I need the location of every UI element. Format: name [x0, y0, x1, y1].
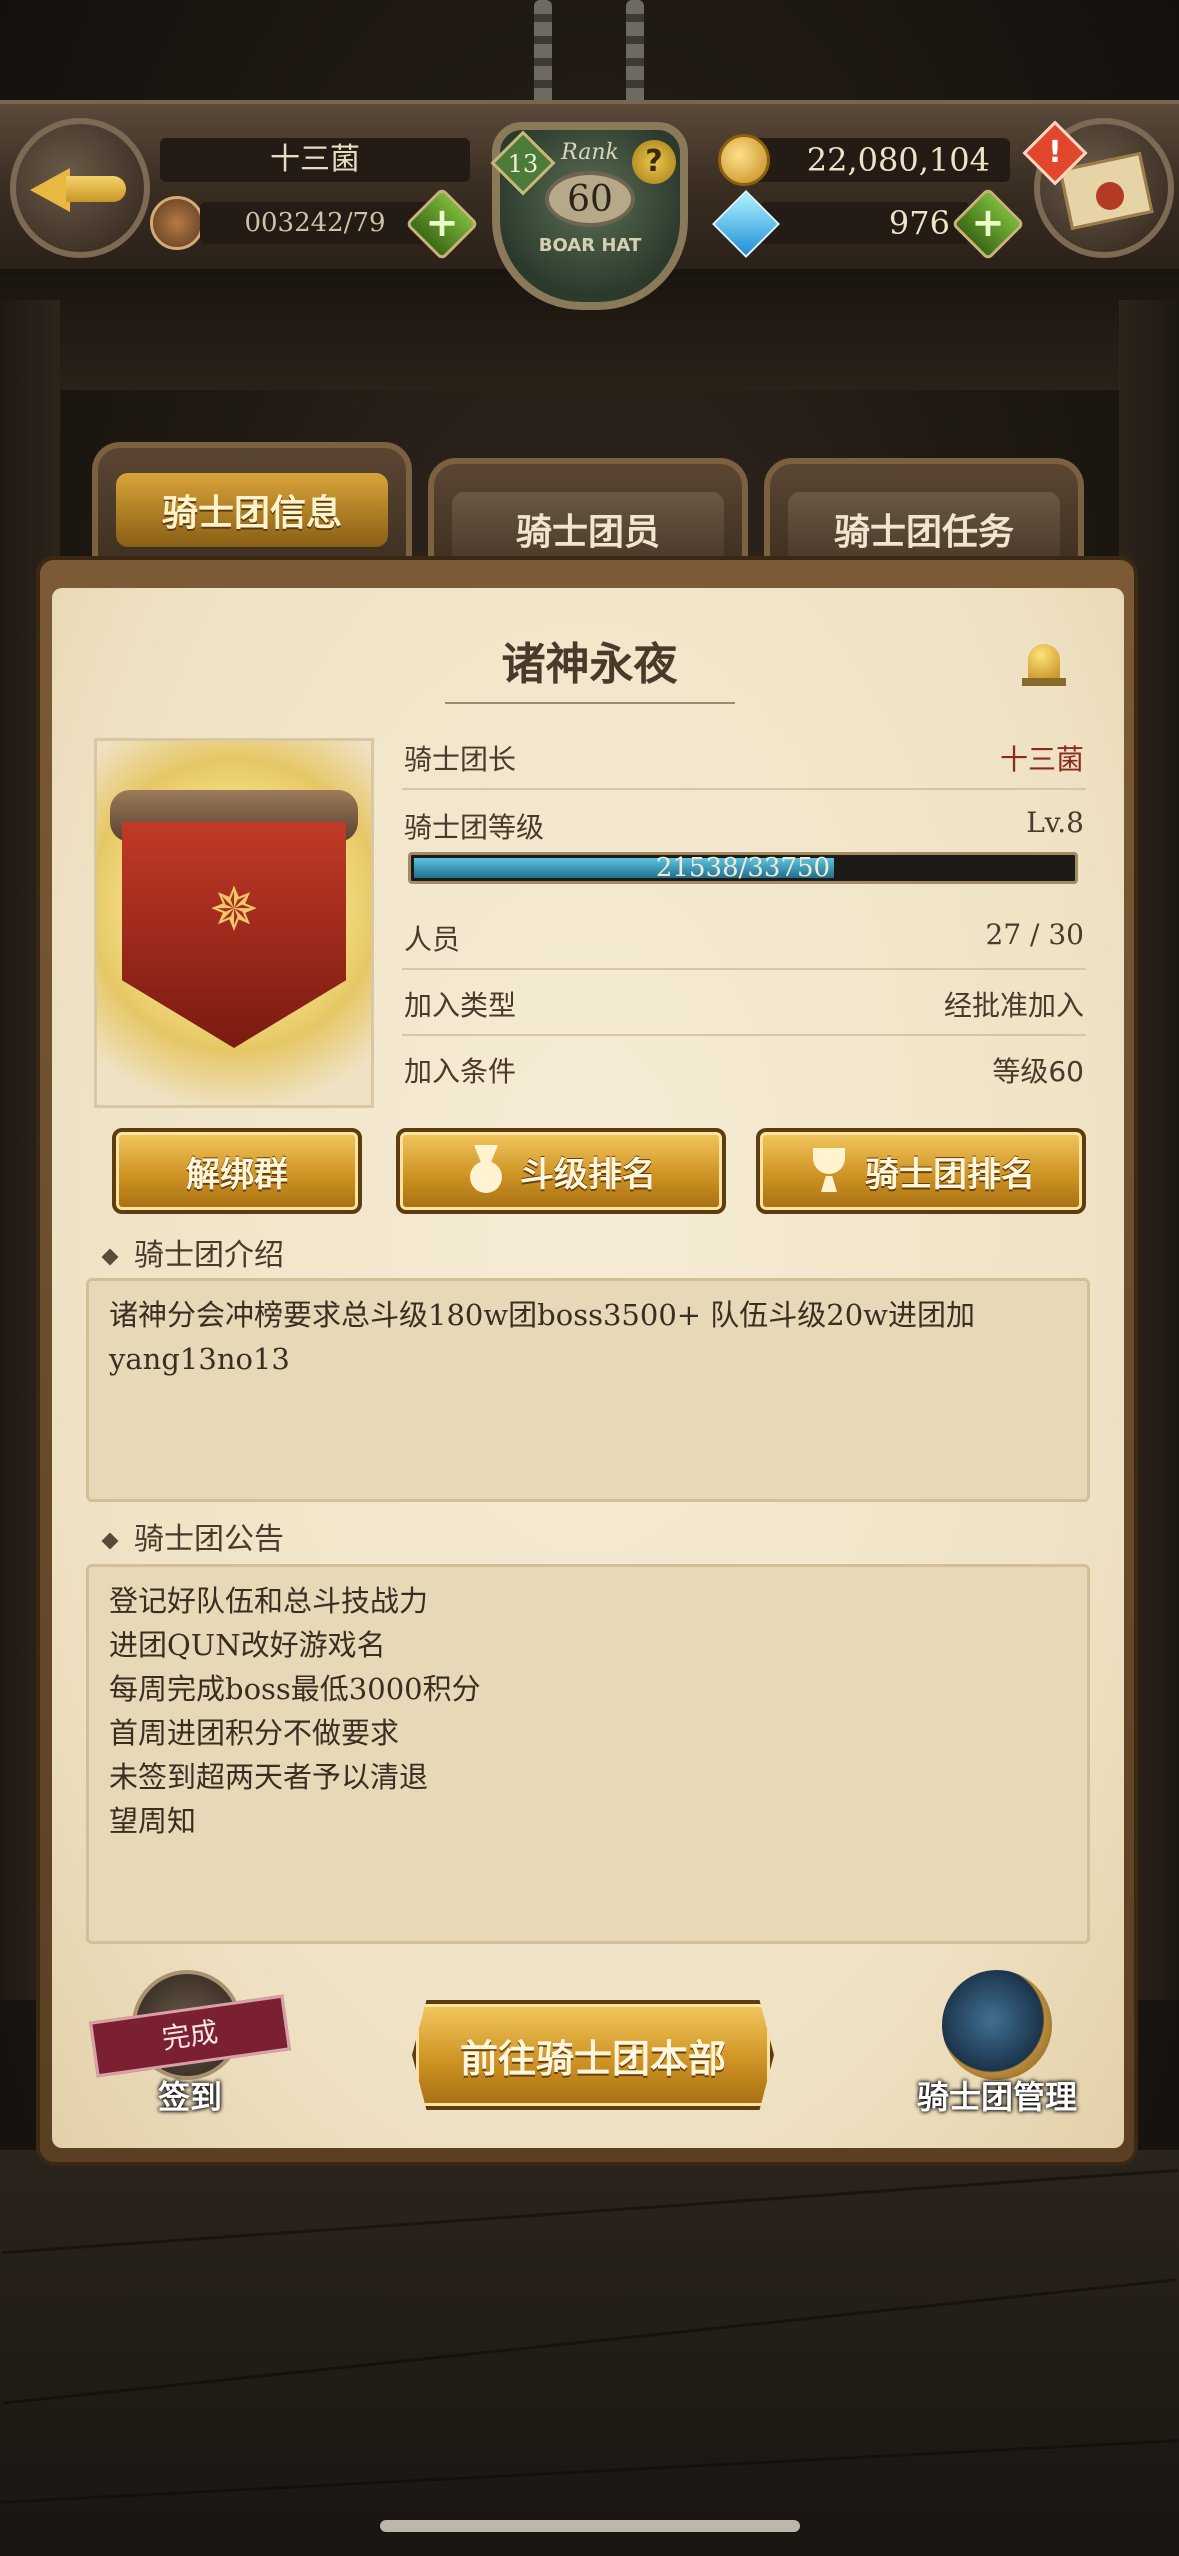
guild-rank-label: 骑士团排名: [865, 1154, 1035, 1195]
back-arrow-icon: [30, 158, 130, 218]
join-type-value: 经批准加入: [943, 989, 1084, 1022]
members-label: 人员: [404, 923, 461, 956]
rank-subtitle: BOAR HAT: [538, 235, 642, 256]
tab-guild-info[interactable]: 骑士团信息: [92, 442, 412, 572]
tab-guild-members-label: 骑士团员: [452, 492, 724, 566]
trophy-icon: [807, 1148, 851, 1194]
notice-title: 骑士团公告: [101, 1514, 284, 1558]
gem-amount: 976: [760, 202, 970, 244]
notice-line: 首周进团积分不做要求: [109, 1716, 400, 1750]
rank-value: 60: [545, 171, 635, 227]
background-floor: [0, 2150, 1179, 2556]
player-name: 十三菌: [160, 138, 470, 182]
help-icon[interactable]: ?: [632, 140, 676, 184]
fight-rank-button[interactable]: 斗级排名: [396, 1128, 726, 1214]
back-button[interactable]: [10, 118, 150, 258]
guild-manage-icon: [942, 1970, 1052, 2080]
notice-line: 登记好队伍和总斗技战力: [109, 1584, 429, 1618]
fight-rank-label: 斗级排名: [520, 1154, 656, 1195]
unbind-group-label: 解绑群: [186, 1154, 288, 1195]
gold-amount: 22,080,104: [740, 138, 1010, 182]
guild-rank-button[interactable]: 骑士团排名: [756, 1128, 1086, 1214]
join-type-label: 加入类型: [404, 989, 517, 1022]
row-join-requirement: 加入条件 等级60: [402, 1040, 1086, 1102]
notice-text: 登记好队伍和总斗技战力 进团QUN改好游戏名 每周完成boss最低3000积分 …: [86, 1564, 1090, 1944]
intro-text: 诸神分会冲榜要求总斗级180w团boss3500+ 队伍斗级20w进团加yang…: [86, 1278, 1090, 1502]
diamond-icon: [101, 1248, 119, 1265]
medal-icon: [466, 1145, 506, 1197]
stamina-value: 003242/79: [200, 202, 430, 244]
notice-line: 每周完成boss最低3000积分: [109, 1672, 481, 1706]
row-join-type: 加入类型 经批准加入: [402, 974, 1086, 1036]
tab-guild-tasks[interactable]: 骑士团任务: [764, 458, 1084, 572]
unbind-group-button[interactable]: 解绑群: [112, 1128, 362, 1214]
row-leader: 骑士团长 十三菌: [402, 728, 1086, 790]
join-req-value: 等级60: [992, 1055, 1084, 1088]
exp-text: 21538/33750: [655, 853, 831, 883]
join-req-label: 加入条件: [404, 1055, 517, 1088]
rank-label: Rank: [561, 140, 619, 165]
leader-value: 十三菌: [999, 743, 1084, 776]
mail-seal-icon: [1096, 182, 1124, 210]
guild-manage-label: 骑士团管理: [916, 2078, 1077, 2116]
emblem-star-icon: ✵: [208, 875, 260, 945]
guild-name: 诸神永夜: [501, 639, 678, 690]
signin-button[interactable]: 完成 签到: [89, 1962, 292, 2122]
level-label: 骑士团等级: [404, 811, 545, 844]
diamond-icon: [101, 1532, 119, 1549]
intro-title: 骑士团介绍: [101, 1230, 284, 1274]
go-guild-hq-label: 前往骑士团本部: [459, 2036, 726, 2081]
name-ornament: [445, 702, 735, 710]
tab-guild-info-label: 骑士团信息: [116, 473, 388, 547]
gold-coin-icon: [718, 134, 770, 186]
tab-guild-tasks-label: 骑士团任务: [788, 492, 1060, 566]
home-indicator[interactable]: [380, 2520, 800, 2532]
signin-label: 签到: [157, 2078, 222, 2116]
notice-line: 望周知: [109, 1804, 197, 1838]
stamina-boot-icon: [150, 196, 204, 250]
row-level: 骑士团等级 Lv.8: [402, 796, 1086, 858]
bell-icon[interactable]: [1016, 636, 1072, 692]
notice-line: 未签到超两天者予以清退: [109, 1760, 429, 1794]
go-guild-hq-button[interactable]: 前往骑士团本部: [412, 2000, 774, 2110]
tab-guild-members[interactable]: 骑士团员: [428, 458, 748, 572]
row-members: 人员 27 / 30: [402, 908, 1086, 970]
exp-bar: 21538/33750: [408, 852, 1078, 884]
notice-line: 进团QUN改好游戏名: [109, 1628, 386, 1662]
guild-manage-button[interactable]: 骑士团管理: [902, 1970, 1092, 2120]
members-value: 27 / 30: [985, 918, 1085, 951]
leader-label: 骑士团长: [404, 743, 517, 776]
level-value: Lv.8: [1026, 806, 1084, 839]
